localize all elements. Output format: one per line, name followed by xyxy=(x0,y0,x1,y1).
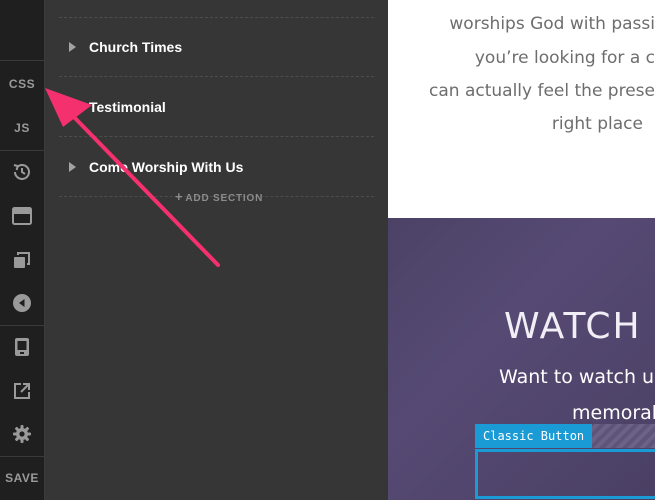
hero-title: WATCH xyxy=(504,306,642,347)
save-button[interactable]: SAVE xyxy=(0,456,44,500)
mobile-preview-button[interactable] xyxy=(0,325,44,369)
element-type-tag[interactable]: Classic Button xyxy=(475,424,593,448)
icon-rail: CSS JS SAVE xyxy=(0,0,45,500)
preview-paragraph-line: worships God with passi xyxy=(449,14,655,34)
preview-paragraph-line: you’re looking for a c xyxy=(474,48,655,68)
layout-button[interactable] xyxy=(0,194,44,238)
section-label: Testimonial xyxy=(89,99,166,115)
section-label: Come Worship With Us xyxy=(89,159,244,175)
page-preview-hero: WATCH Want to watch us memorab Classic B… xyxy=(388,218,655,500)
collapse-button[interactable] xyxy=(0,281,44,325)
history-button[interactable] xyxy=(0,150,44,194)
section-row-church-times[interactable]: Church Times xyxy=(59,18,374,77)
gear-icon xyxy=(13,425,31,443)
layout-icon xyxy=(12,207,32,225)
add-section-label: ADD SECTION xyxy=(185,193,264,204)
plus-icon: + xyxy=(175,189,184,204)
preview-paragraph-line: right place xyxy=(551,114,643,134)
expand-triangle-icon xyxy=(69,162,76,172)
section-row-testimonial[interactable]: Testimonial xyxy=(59,78,374,137)
hero-subtitle-line: memorab xyxy=(572,402,655,424)
external-link-icon xyxy=(14,383,30,399)
open-external-button[interactable] xyxy=(0,369,44,413)
mobile-device-icon xyxy=(15,338,29,356)
section-label: Church Times xyxy=(89,39,183,55)
css-button[interactable]: CSS xyxy=(0,62,44,106)
settings-button[interactable] xyxy=(0,412,44,456)
expand-triangle-icon xyxy=(69,42,76,52)
sections-panel: Church Times Testimonial Come Worship Wi… xyxy=(45,0,388,500)
selected-element-outline[interactable] xyxy=(475,449,655,499)
history-icon xyxy=(13,163,30,180)
layers-icon xyxy=(14,252,30,268)
js-button[interactable]: JS xyxy=(0,106,44,150)
layers-button[interactable] xyxy=(0,238,44,282)
back-circle-icon xyxy=(13,294,31,312)
page-preview-text-block: worships God with passi you’re looking f… xyxy=(388,0,655,218)
hero-subtitle-line: Want to watch us xyxy=(499,366,655,388)
preview-paragraph-line: can actually feel the prese xyxy=(429,81,655,101)
expand-triangle-icon xyxy=(69,102,76,112)
rail-divider xyxy=(0,60,44,61)
add-section-button[interactable]: + ADD SECTION xyxy=(175,189,263,204)
element-toolbar-stripe xyxy=(589,424,655,448)
